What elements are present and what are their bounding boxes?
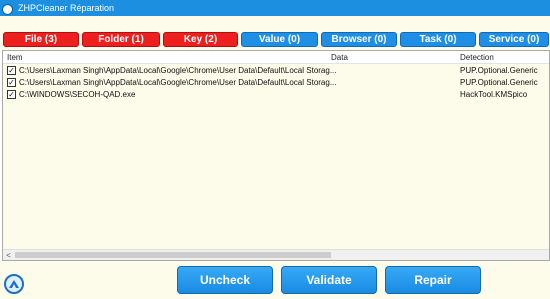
list-item[interactable]: ✓ C:\Users\Laxman Singh\AppData\Local\Go…	[3, 77, 549, 89]
detection-list[interactable]: Item Data Detection ✓ C:\Users\Laxman Si…	[2, 50, 550, 261]
horizontal-scrollbar[interactable]: <	[3, 249, 549, 260]
row-checkbox[interactable]: ✓	[7, 66, 16, 75]
repair-button[interactable]: Repair	[385, 266, 481, 294]
zhpcleaner-logo-icon[interactable]	[4, 274, 24, 294]
logo-mark-icon	[9, 280, 19, 288]
tab-key[interactable]: Key (2)	[163, 32, 238, 47]
item-path: C:\Users\Laxman Singh\AppData\Local\Goog…	[19, 66, 337, 75]
column-detection[interactable]: Detection	[460, 53, 494, 62]
scroll-left-arrow[interactable]: <	[3, 250, 14, 260]
item-detection: HackTool.KMSpico	[460, 90, 528, 99]
item-detection: PUP.Optional.Generic	[460, 66, 538, 75]
tab-folder[interactable]: Folder (1)	[82, 32, 160, 47]
uncheck-button[interactable]: Uncheck	[177, 266, 273, 294]
item-detection: PUP.Optional.Generic	[460, 78, 538, 87]
window-title: ZHPCleaner Réparation	[18, 3, 115, 13]
item-path: C:\Users\Laxman Singh\AppData\Local\Goog…	[19, 78, 337, 87]
column-item[interactable]: Item	[7, 53, 23, 62]
list-header: Item Data Detection	[3, 51, 549, 64]
title-bar: ZHPCleaner Réparation	[0, 0, 550, 16]
tab-task[interactable]: Task (0)	[400, 32, 476, 47]
row-checkbox[interactable]: ✓	[7, 90, 16, 99]
category-tabs: File (3) Folder (1) Key (2) Value (0) Br…	[0, 16, 550, 50]
tab-service[interactable]: Service (0)	[479, 32, 549, 47]
validate-button[interactable]: Validate	[281, 266, 377, 294]
list-item[interactable]: ✓ C:\Users\Laxman Singh\AppData\Local\Go…	[3, 65, 549, 77]
tab-file[interactable]: File (3)	[3, 32, 79, 47]
list-item[interactable]: ✓ C:\WINDOWS\SECOH-QAD.exe HackTool.KMSp…	[3, 89, 549, 101]
tab-value[interactable]: Value (0)	[241, 32, 318, 47]
tab-browser[interactable]: Browser (0)	[321, 32, 397, 47]
item-path: C:\WINDOWS\SECOH-QAD.exe	[19, 90, 136, 99]
app-logo-icon	[2, 3, 13, 15]
scroll-thumb[interactable]	[15, 252, 331, 258]
row-checkbox[interactable]: ✓	[7, 78, 16, 87]
column-data[interactable]: Data	[331, 53, 348, 62]
action-bar: Uncheck Validate Repair	[0, 261, 550, 299]
